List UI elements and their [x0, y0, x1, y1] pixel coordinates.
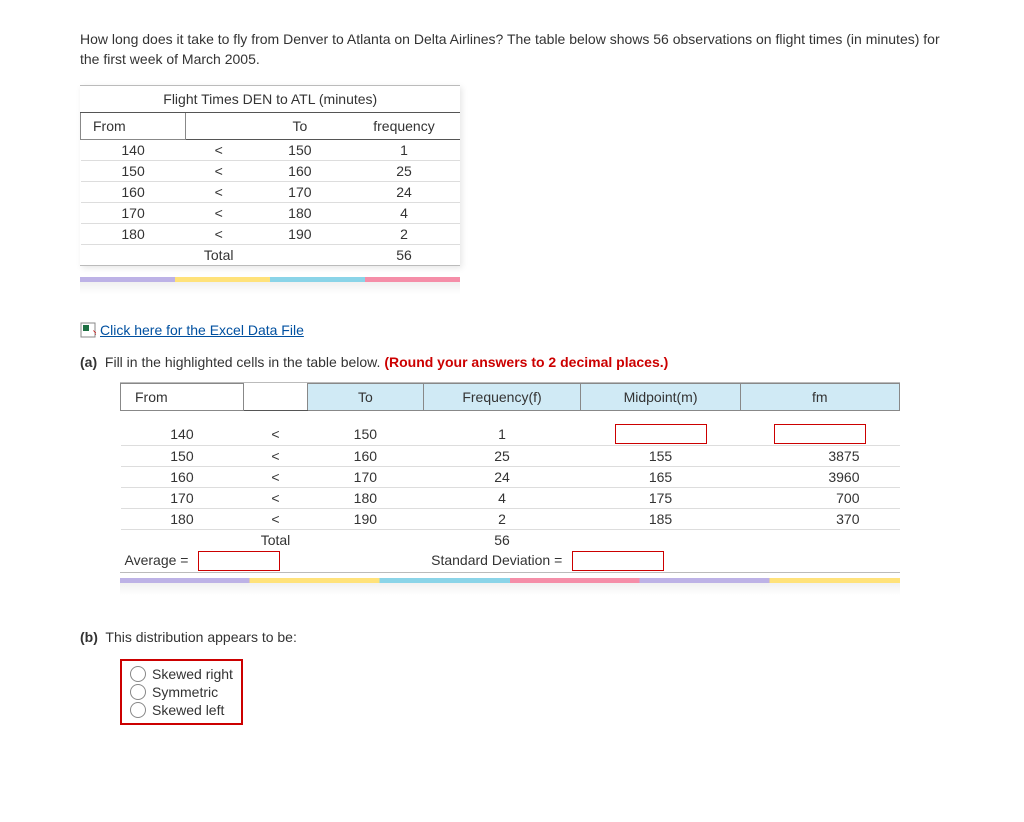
radio-skewed-right[interactable] — [130, 666, 146, 682]
svg-text:↘: ↘ — [92, 328, 96, 337]
lt-symbol: < — [186, 140, 252, 161]
stddev-input[interactable] — [572, 551, 664, 571]
t1-total-label: Total — [186, 245, 252, 266]
excel-data-link[interactable]: Click here for the Excel Data File — [100, 322, 304, 338]
flight-times-table: Flight Times DEN to ATL (minutes) From T… — [80, 85, 460, 266]
t2-total-label: Total — [243, 530, 307, 551]
t1-r0-freq: 1 — [348, 140, 460, 161]
part-b-text: This distribution appears to be: — [105, 629, 296, 645]
opt-skewed-left: Skewed left — [152, 702, 224, 718]
excel-icon: ↘ — [80, 322, 96, 338]
part-a-text: Fill in the highlighted cells in the tab… — [105, 354, 381, 370]
average-label: Average = — [125, 552, 189, 568]
fm-input-row0[interactable] — [774, 424, 866, 444]
t1-r0-from: 140 — [81, 140, 186, 161]
midpoint-input-row0[interactable] — [615, 424, 707, 444]
t2-col-to: To — [308, 384, 424, 411]
table1-title: Flight Times DEN to ATL (minutes) — [81, 86, 461, 113]
part-b: (b) This distribution appears to be: — [80, 629, 944, 645]
computation-table: From To Frequency(f) Midpoint(m) fm 140 … — [120, 382, 900, 573]
part-a: (a) Fill in the highlighted cells in the… — [80, 354, 944, 370]
t2-col-mid: Midpoint(m) — [581, 384, 740, 411]
t2-col-fm: fm — [740, 384, 899, 411]
distribution-radio-group: Skewed right Symmetric Skewed left — [120, 659, 243, 725]
table1-col-freq: frequency — [348, 113, 460, 140]
t2-col-freq: Frequency(f) — [423, 384, 581, 411]
table1-col-from: From — [81, 113, 186, 140]
t1-total-value: 56 — [348, 245, 460, 266]
opt-skewed-right: Skewed right — [152, 666, 233, 682]
question-intro: How long does it take to fly from Denver… — [80, 30, 944, 69]
stddev-label: Standard Deviation = — [431, 552, 562, 568]
opt-symmetric: Symmetric — [152, 684, 218, 700]
radio-skewed-left[interactable] — [130, 702, 146, 718]
t2-total-value: 56 — [423, 530, 581, 551]
average-input[interactable] — [198, 551, 280, 571]
radio-symmetric[interactable] — [130, 684, 146, 700]
part-b-label: (b) — [80, 629, 98, 645]
table1-col-to: To — [252, 113, 348, 140]
part-a-note: (Round your answers to 2 decimal places.… — [384, 354, 668, 370]
t2-col-from: From — [121, 384, 244, 411]
part-a-label: (a) — [80, 354, 97, 370]
t1-r0-to: 150 — [252, 140, 348, 161]
